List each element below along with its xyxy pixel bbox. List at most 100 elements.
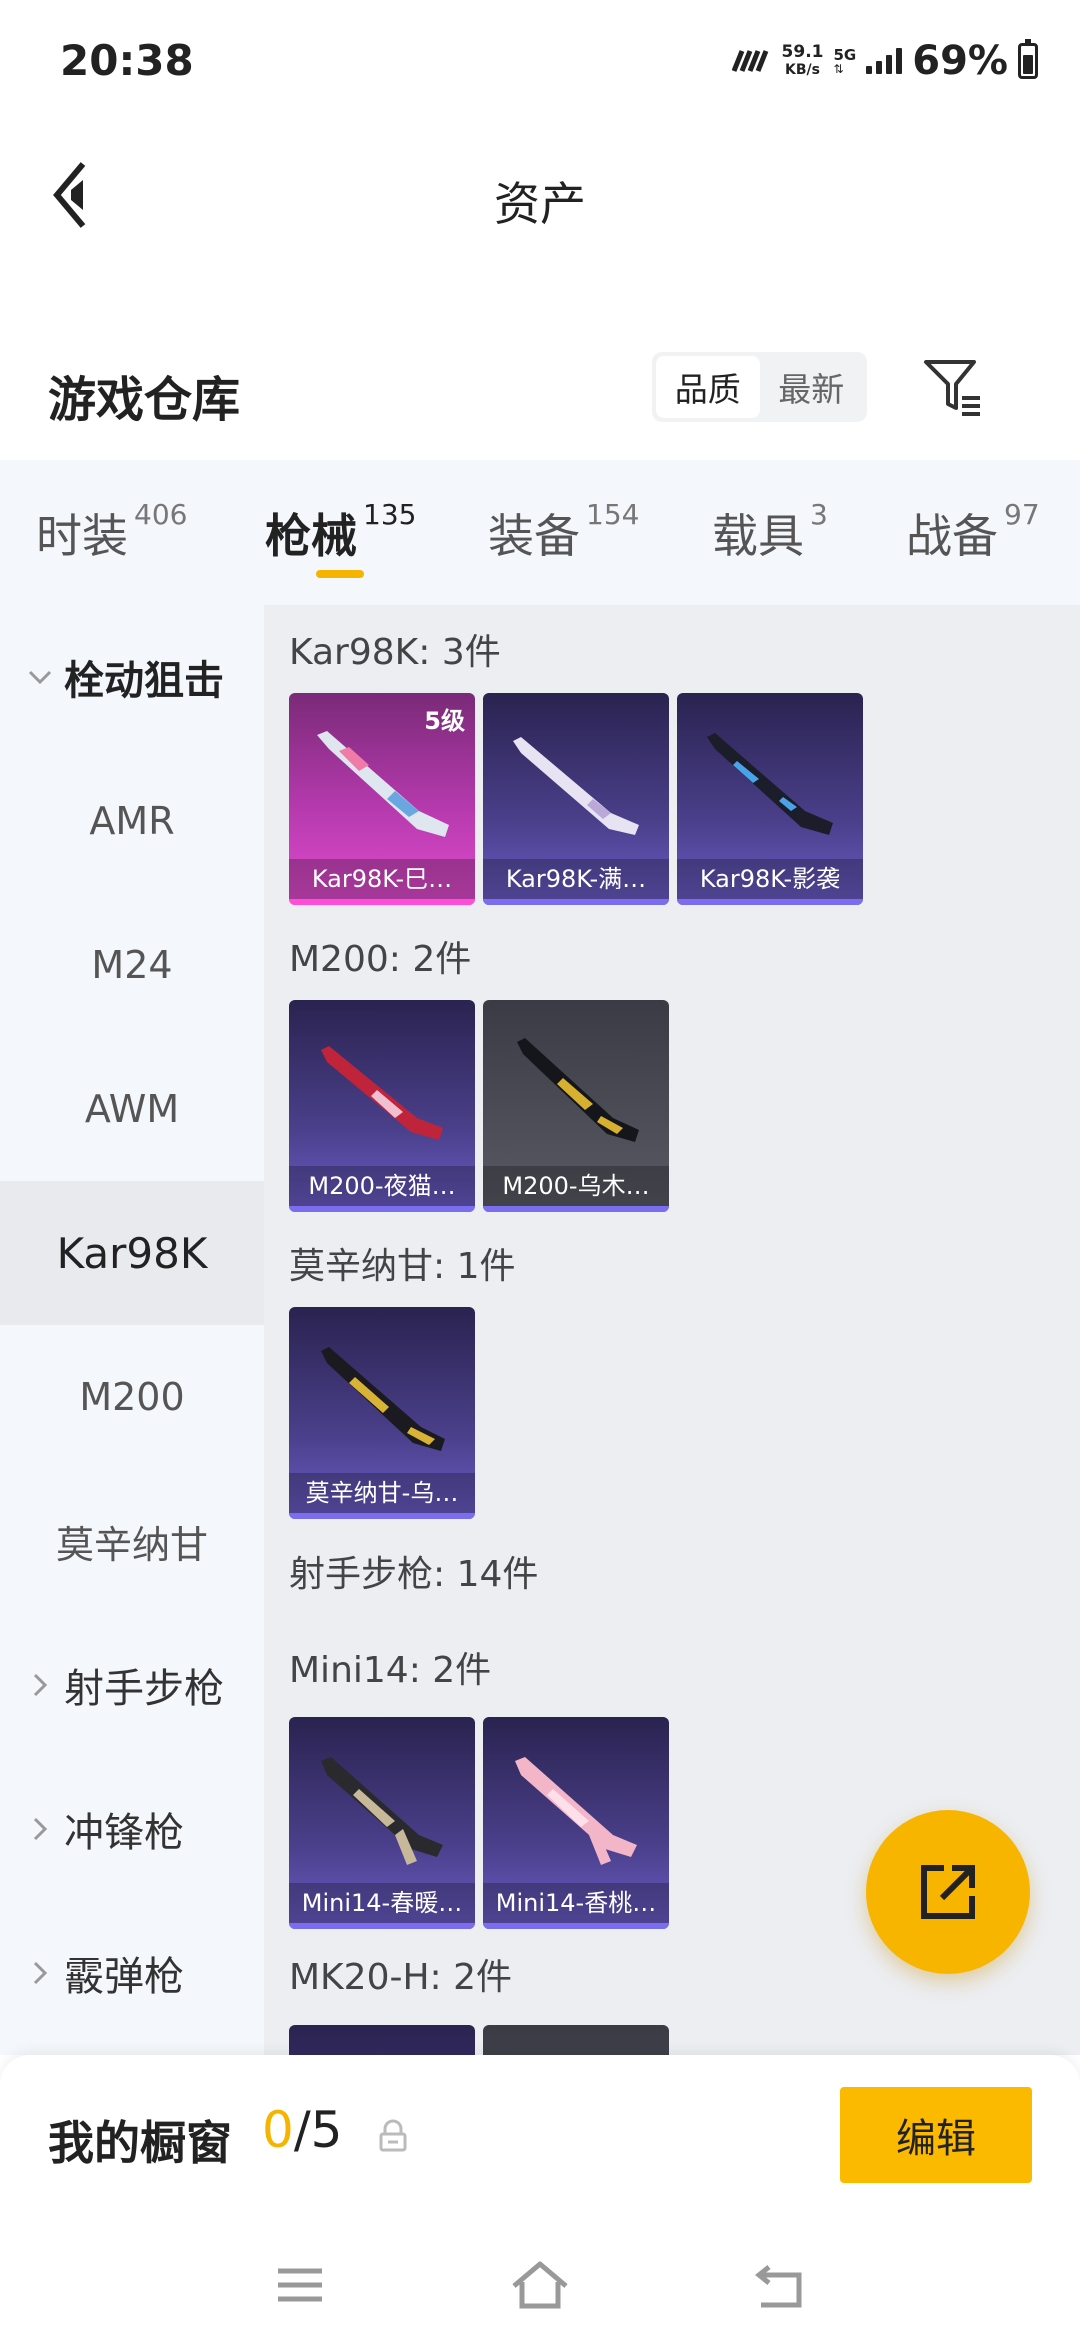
item-card-kar98k-2[interactable]: Kar98K-满… xyxy=(483,693,669,905)
speed-unit: KB/s xyxy=(785,62,820,78)
sidebar-item-awm[interactable]: AWM xyxy=(0,1037,264,1181)
item-card-mini14-2[interactable]: Mini14-香桃… xyxy=(483,1717,669,1929)
battery-icon xyxy=(1018,39,1038,79)
warehouse-row: 游戏仓库 品质 最新 xyxy=(0,340,1080,460)
sidebar-item-mosin[interactable]: 莫辛纳甘 xyxy=(0,1469,264,1613)
item-level-badge: 5级 xyxy=(424,707,465,735)
group-heading-mk20h: MK20-H: 2件 xyxy=(289,1957,513,1998)
item-name: Kar98K-满… xyxy=(483,859,669,899)
group-heading-mini14: Mini14: 2件 xyxy=(289,1650,492,1691)
showcase-count: 0/5 xyxy=(262,2101,342,2159)
rifle-icon xyxy=(321,1347,445,1451)
chevron-right-icon xyxy=(20,1953,60,1993)
rifle-icon xyxy=(707,733,833,835)
sidebar-item-amr[interactable]: AMR xyxy=(0,749,264,893)
home-icon xyxy=(512,2261,568,2309)
item-card-mini14-1[interactable]: Mini14-春暖… xyxy=(289,1717,475,1929)
tab-supplies[interactable]: 战备 97 xyxy=(906,498,1040,566)
item-name: Kar98K-巳… xyxy=(289,859,475,899)
sidebar-item-label: 射手步枪 xyxy=(64,1666,224,1712)
item-card-m200-1[interactable]: M200-夜猫… xyxy=(289,1000,475,1212)
item-name: M200-夜猫… xyxy=(289,1166,475,1206)
rifle-icon xyxy=(515,1757,637,1865)
tab-count: 97 xyxy=(1004,498,1040,531)
sort-newest-button[interactable]: 最新 xyxy=(760,356,864,418)
item-card-mk20h-2[interactable] xyxy=(483,2025,669,2055)
tab-count: 135 xyxy=(363,498,417,531)
page-header: 资产 xyxy=(0,130,1080,260)
status-bar: 20:38 59.1 KB/s 5G ⇅ 69% xyxy=(0,0,1080,120)
sidebar-group-dmr[interactable]: 射手步枪 xyxy=(0,1613,264,1757)
sort-toggle: 品质 最新 xyxy=(652,352,867,422)
tab-equipment[interactable]: 装备 154 xyxy=(488,498,640,566)
share-button[interactable] xyxy=(866,1810,1030,1974)
battery-percent: 69% xyxy=(912,38,1008,84)
speed-value: 59.1 xyxy=(781,42,824,62)
chevron-down-icon xyxy=(20,657,60,697)
status-indicators: 59.1 KB/s 5G ⇅ 69% xyxy=(731,38,1038,84)
chevron-right-icon xyxy=(20,1809,60,1849)
nav-home-button[interactable] xyxy=(510,2255,570,2315)
sidebar-item-m24[interactable]: M24 xyxy=(0,893,264,1037)
chevron-right-icon xyxy=(20,1665,60,1705)
showcase-total: /5 xyxy=(293,2101,343,2159)
item-name: 莫辛纳甘-乌… xyxy=(289,1473,475,1513)
warehouse-title: 游戏仓库 xyxy=(48,372,241,428)
sidebar-item-label: 霰弹枪 xyxy=(64,1954,184,2000)
weapon-category-sidebar: 栓动狙击 AMR M24 AWM Kar98K M200 莫辛纳甘 射手步枪 冲… xyxy=(0,605,264,2055)
showcase-bar: 我的橱窗 0/5 编辑 xyxy=(0,2055,1080,2225)
rifle-icon xyxy=(321,1757,443,1865)
item-name: Mini14-春暖… xyxy=(289,1883,475,1923)
status-time: 20:38 xyxy=(60,36,194,85)
rifle-icon xyxy=(517,1038,639,1142)
sort-quality-button[interactable]: 品质 xyxy=(656,356,760,418)
item-card-kar98k-3[interactable]: Kar98K-影袭 xyxy=(677,693,863,905)
menu-icon xyxy=(278,2268,322,2302)
showcase-title: 我的橱窗 xyxy=(48,2116,232,2170)
item-name: M200-乌木… xyxy=(483,1166,669,1206)
showcase-used: 0 xyxy=(262,2101,294,2159)
nav-menu-button[interactable] xyxy=(270,2255,330,2315)
item-name: Mini14-香桃… xyxy=(483,1883,669,1923)
item-card-kar98k-1[interactable]: 5级 Kar98K-巳… xyxy=(289,693,475,905)
sidebar-group-shotgun[interactable]: 霰弹枪 xyxy=(0,1901,264,2045)
category-tabs: 时装 406 枪械 135 装备 154 载具 3 战备 97 xyxy=(0,460,1080,605)
tab-fashion[interactable]: 时装 406 xyxy=(36,498,188,566)
signal-icon xyxy=(866,48,903,74)
tab-label: 载具 xyxy=(712,509,804,563)
nav-back-button[interactable] xyxy=(750,2255,810,2315)
app-logo-icon xyxy=(731,50,768,72)
tab-count: 406 xyxy=(134,498,188,531)
tab-count: 154 xyxy=(586,498,640,531)
tab-firearms[interactable]: 枪械 135 xyxy=(265,498,417,566)
tab-label: 时装 xyxy=(36,509,128,563)
sidebar-item-kar98k[interactable]: Kar98K xyxy=(0,1181,264,1325)
sidebar-item-m200[interactable]: M200 xyxy=(0,1325,264,1469)
network-type: 5G xyxy=(833,46,857,64)
group-heading-m200: M200: 2件 xyxy=(289,939,472,980)
sidebar-item-label: 栓动狙击 xyxy=(64,658,224,704)
item-card-mk20h-1[interactable] xyxy=(289,2025,475,2055)
filter-icon xyxy=(924,360,980,416)
group-heading-mosin: 莫辛纳甘: 1件 xyxy=(289,1246,516,1287)
item-card-m200-2[interactable]: M200-乌木… xyxy=(483,1000,669,1212)
sidebar-group-smg[interactable]: 冲锋枪 xyxy=(0,1757,264,1901)
data-arrows-icon: ⇅ xyxy=(833,62,844,76)
tab-vehicles[interactable]: 载具 3 xyxy=(712,498,828,566)
system-nav-bar xyxy=(0,2225,1080,2344)
lock-icon xyxy=(379,2119,407,2152)
share-out-icon xyxy=(921,1865,975,1919)
active-tab-indicator xyxy=(316,570,364,578)
network-speed: 59.1 KB/s xyxy=(782,43,824,79)
item-name: Kar98K-影袭 xyxy=(677,859,863,899)
return-icon xyxy=(754,2265,802,2308)
filter-button[interactable] xyxy=(920,354,986,420)
sidebar-item-label: 冲锋枪 xyxy=(64,1810,184,1856)
page-title: 资产 xyxy=(494,177,586,231)
item-card-mosin-1[interactable]: 莫辛纳甘-乌… xyxy=(289,1307,475,1519)
edit-button[interactable]: 编辑 xyxy=(840,2087,1032,2183)
tab-label: 战备 xyxy=(906,509,998,563)
sidebar-group-bolt-action[interactable]: 栓动狙击 xyxy=(0,605,264,749)
rifle-icon xyxy=(513,737,639,835)
group-heading-kar98k: Kar98K: 3件 xyxy=(289,632,501,673)
